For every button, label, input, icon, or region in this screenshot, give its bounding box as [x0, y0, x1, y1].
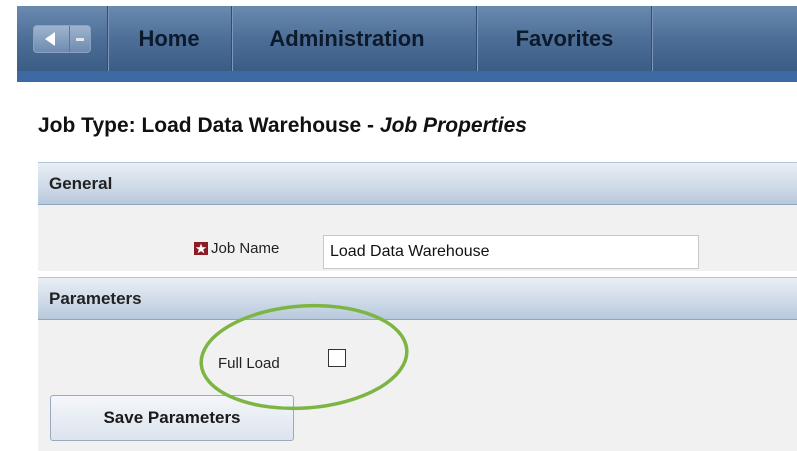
- left-border: [0, 0, 17, 451]
- top-navigation-bar: Home Administration Favorites: [17, 6, 797, 82]
- nav-bar-strip: [17, 71, 797, 82]
- tab-administration[interactable]: Administration: [232, 6, 462, 71]
- tab-favorites[interactable]: Favorites: [477, 6, 652, 71]
- parameters-section-label: Parameters: [49, 289, 142, 308]
- page-title-prefix: Job Type: Load Data Warehouse -: [38, 114, 380, 137]
- history-dropdown-button[interactable]: [69, 26, 91, 52]
- parameters-section-header: Parameters: [38, 277, 797, 320]
- tab-home[interactable]: Home: [108, 6, 230, 71]
- general-section-header: General: [38, 162, 797, 205]
- chevron-down-icon: [76, 38, 84, 41]
- back-button[interactable]: [34, 26, 68, 52]
- job-name-label: Job Name: [211, 240, 280, 257]
- app-window: Home Administration Favorites Job Type: …: [0, 0, 797, 451]
- nav-separator: [651, 6, 652, 71]
- page-title-emphasis: Job Properties: [379, 114, 527, 137]
- page-title: Job Type: Load Data Warehouse - Job Prop…: [38, 114, 527, 138]
- general-section-label: General: [49, 174, 113, 193]
- full-load-checkbox[interactable]: [328, 349, 346, 367]
- job-name-input[interactable]: [323, 235, 699, 269]
- save-parameters-button[interactable]: Save Parameters: [50, 395, 294, 441]
- full-load-label: Full Load: [218, 355, 280, 372]
- back-arrow-icon: [45, 32, 55, 46]
- required-star-icon: [194, 242, 208, 255]
- back-navigation-group: [33, 25, 91, 53]
